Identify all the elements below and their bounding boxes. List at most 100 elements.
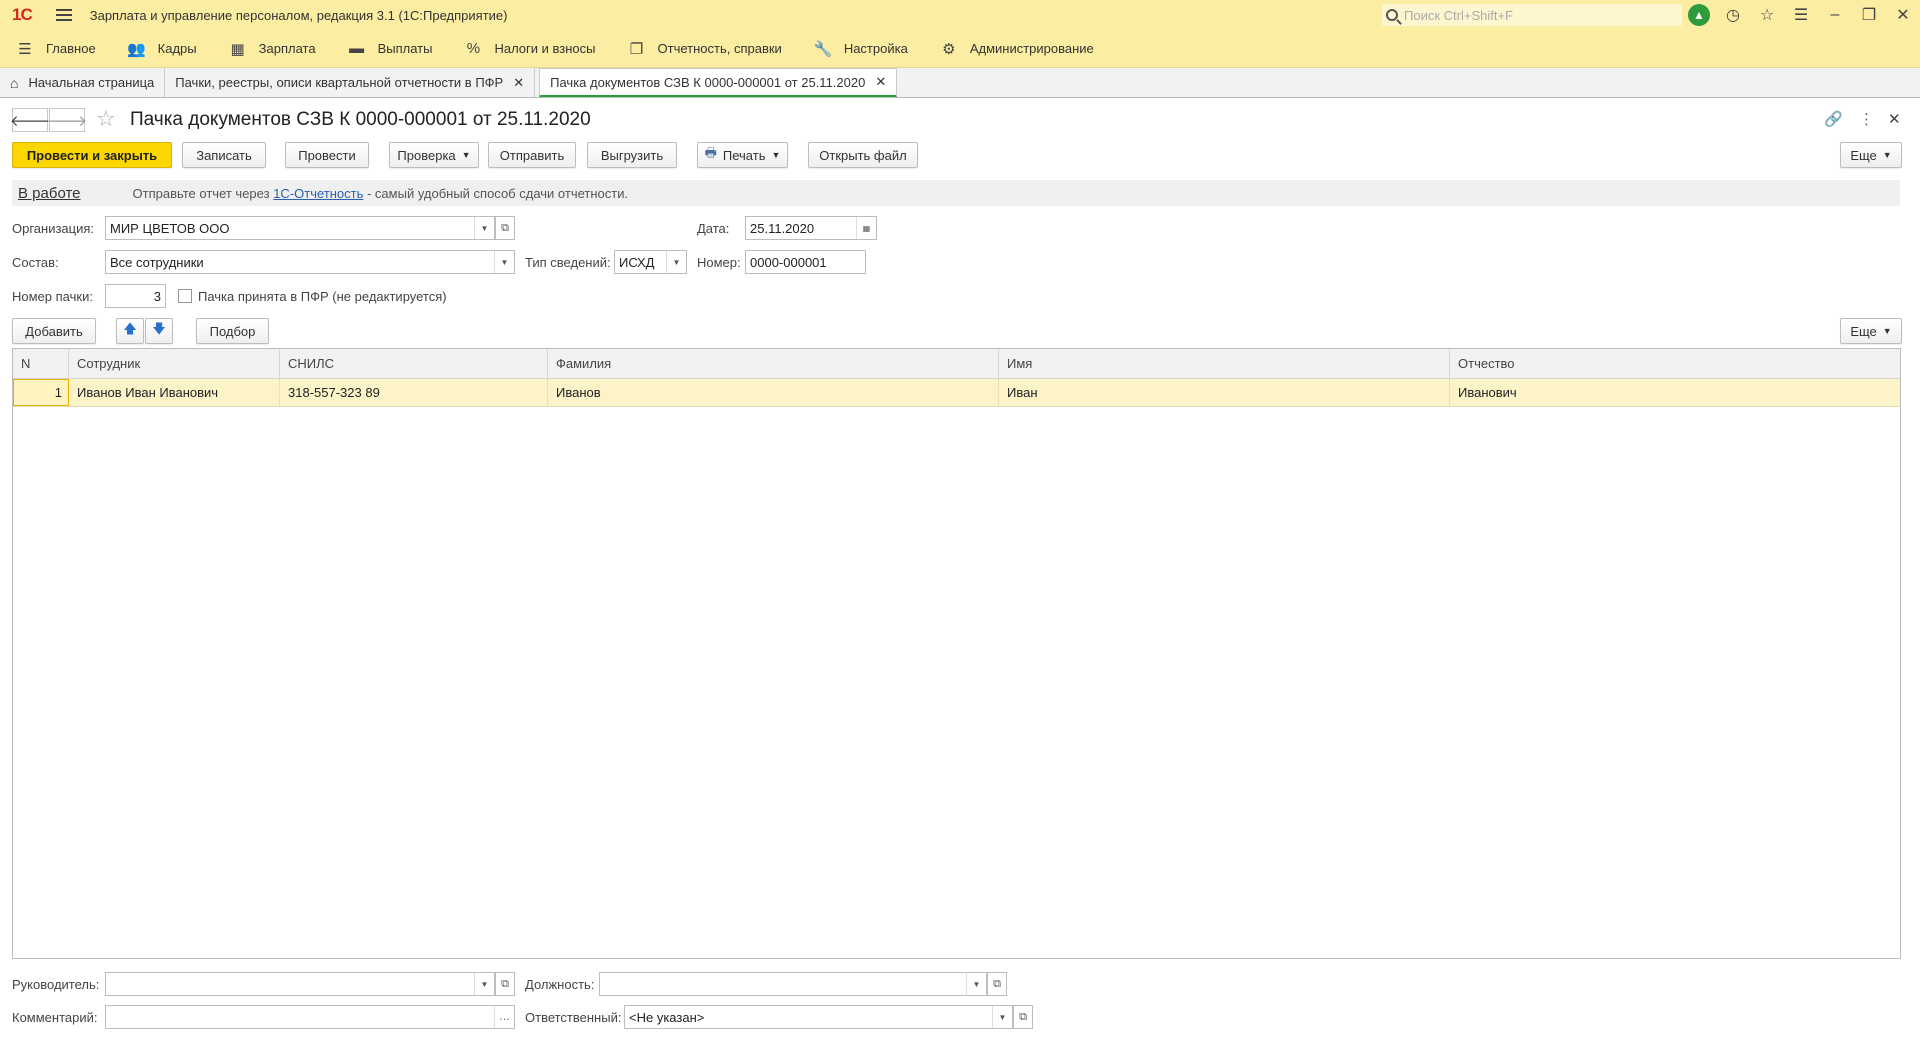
close-icon[interactable]: ✕: [513, 75, 524, 91]
dropdown-icon[interactable]: ▼: [666, 251, 686, 273]
cell-first-name[interactable]: Иван: [999, 379, 1450, 406]
open-file-button[interactable]: Открыть файл: [808, 142, 918, 168]
menu-admin[interactable]: ⚙ Администрирование: [924, 30, 1110, 68]
move-down-button[interactable]: 🡇: [145, 318, 173, 344]
open-icon: ⧉: [501, 977, 509, 990]
dropdown-icon[interactable]: ▼: [474, 217, 494, 239]
comment-field[interactable]: …: [105, 1005, 515, 1029]
pack-number-field[interactable]: 3: [105, 284, 166, 308]
forward-button[interactable]: 🡒: [46, 108, 88, 132]
menu-settings[interactable]: 🔧 Настройка: [798, 30, 924, 68]
menu-label: Кадры: [157, 41, 197, 56]
people-icon: 👥: [127, 40, 147, 58]
menu-personnel[interactable]: 👥 Кадры: [112, 30, 213, 68]
number-field[interactable]: 0000-000001: [745, 250, 866, 274]
arrow-right-icon: 🡒: [46, 112, 88, 130]
cell-snils[interactable]: 318-557-323 89: [280, 379, 548, 406]
info-type-field[interactable]: ИСХД ▼: [614, 250, 687, 274]
save-button[interactable]: Записать: [182, 142, 266, 168]
menu-main[interactable]: ☰ Главное: [0, 30, 112, 68]
minimize-icon[interactable]: –: [1818, 0, 1852, 30]
link-icon[interactable]: 🔗: [1824, 110, 1843, 128]
export-button[interactable]: Выгрузить: [587, 142, 677, 168]
info-type-value: ИСХД: [619, 254, 655, 270]
calendar-icon[interactable]: ▦: [856, 217, 876, 239]
menu-payments[interactable]: ▬ Выплаты: [332, 30, 449, 68]
tab-home[interactable]: ⌂ Начальная страница: [0, 68, 166, 97]
open-head-button[interactable]: ⧉: [495, 972, 515, 996]
button-label: Проверка: [397, 147, 456, 163]
notifications-button[interactable]: ▲: [1682, 0, 1716, 30]
close-window-icon[interactable]: ✕: [1886, 0, 1920, 30]
more-actions-icon[interactable]: ⋮: [1859, 110, 1874, 128]
organization-field[interactable]: МИР ЦВЕТОВ ООО ▼: [105, 216, 495, 240]
column-header-last-name[interactable]: Фамилия: [548, 349, 999, 378]
position-field[interactable]: ▼: [599, 972, 987, 996]
open-icon: ⧉: [993, 977, 1001, 990]
column-header-snils[interactable]: СНИЛС: [280, 349, 548, 378]
accepted-checkbox[interactable]: [178, 289, 192, 303]
dropdown-icon[interactable]: ▼: [966, 973, 986, 995]
head-field[interactable]: ▼: [105, 972, 495, 996]
menu-reports[interactable]: ❐ Отчетность, справки: [612, 30, 798, 68]
more-button[interactable]: Еще ▼: [1840, 142, 1902, 168]
open-responsible-button[interactable]: ⧉: [1013, 1005, 1033, 1029]
menu-label: Выплаты: [377, 41, 433, 56]
cell-n[interactable]: 1: [13, 379, 69, 406]
dropdown-icon[interactable]: ▼: [992, 1006, 1012, 1028]
send-button[interactable]: Отправить: [488, 142, 576, 168]
reporting-service-link[interactable]: 1С-Отчетность: [273, 186, 363, 201]
add-button[interactable]: Добавить: [12, 318, 96, 344]
menu-salary[interactable]: ▦ Зарплата: [213, 30, 332, 68]
form-title: Пачка документов СЗВ К 0000-000001 от 25…: [130, 109, 591, 130]
employees-table[interactable]: N Сотрудник СНИЛС Фамилия Имя Отчество 1…: [12, 348, 1901, 959]
ellipsis-icon[interactable]: …: [494, 1006, 514, 1028]
open-organization-button[interactable]: ⧉: [495, 216, 515, 240]
print-button[interactable]: 🖶 Печать ▼: [697, 142, 788, 168]
history-icon[interactable]: ◷: [1716, 0, 1750, 30]
restore-icon[interactable]: ❐: [1852, 0, 1886, 30]
check-button[interactable]: Проверка ▼: [389, 142, 479, 168]
table-row[interactable]: 1 Иванов Иван Иванович 318-557-323 89 Ив…: [13, 379, 1900, 407]
column-header-employee[interactable]: Сотрудник: [69, 349, 280, 378]
close-icon[interactable]: ✕: [875, 74, 886, 90]
move-up-button[interactable]: 🡅: [116, 318, 144, 344]
back-button[interactable]: 🡐: [10, 108, 50, 132]
cell-last-name[interactable]: Иванов: [548, 379, 999, 406]
menu-icon: ☰: [18, 40, 32, 58]
wrench-icon: 🔧: [813, 40, 833, 58]
date-field[interactable]: 25.11.2020 ▦: [745, 216, 877, 240]
button-label: Записать: [196, 147, 252, 163]
open-position-button[interactable]: ⧉: [987, 972, 1007, 996]
close-form-icon[interactable]: ✕: [1888, 110, 1901, 128]
menu-label: Налоги и взносы: [494, 41, 596, 56]
position-label: Должность:: [525, 977, 595, 992]
cell-middle-name[interactable]: Иванович: [1450, 379, 1900, 406]
column-header-n[interactable]: N: [13, 349, 69, 378]
favorites-icon[interactable]: ☆: [1750, 0, 1784, 30]
main-menu-icon[interactable]: [55, 9, 72, 21]
column-header-middle-name[interactable]: Отчество: [1450, 349, 1900, 378]
responsible-field[interactable]: <Не указан> ▼: [624, 1005, 1013, 1029]
menu-taxes[interactable]: % Налоги и взносы: [448, 30, 611, 68]
cell-employee[interactable]: Иванов Иван Иванович: [69, 379, 280, 406]
dropdown-icon[interactable]: ▼: [494, 251, 514, 273]
tab-pack-document[interactable]: Пачка документов СЗВ К 0000-000001 от 25…: [539, 68, 898, 97]
post-button[interactable]: Провести: [285, 142, 369, 168]
search-input[interactable]: Поиск Ctrl+Shift+F: [1382, 4, 1682, 26]
dropdown-icon[interactable]: ▼: [474, 973, 494, 995]
table-more-button[interactable]: Еще ▼: [1840, 318, 1902, 344]
composition-field[interactable]: Все сотрудники ▼: [105, 250, 515, 274]
caret-down-icon: ▼: [1882, 326, 1892, 336]
post-and-close-button[interactable]: Провести и закрыть: [12, 142, 172, 168]
comment-label: Комментарий:: [12, 1010, 98, 1025]
tab-packs-list[interactable]: Пачки, реестры, описи квартальной отчетн…: [165, 68, 536, 97]
pick-button[interactable]: Подбор: [196, 318, 269, 344]
tab-label: Начальная страница: [28, 75, 155, 90]
document-status-link[interactable]: В работе: [18, 185, 81, 202]
column-header-first-name[interactable]: Имя: [999, 349, 1450, 378]
responsible-value: <Не указан>: [629, 1009, 705, 1025]
star-icon[interactable]: ☆: [96, 106, 116, 132]
button-label: Провести и закрыть: [26, 147, 158, 163]
functions-menu-icon[interactable]: ☰: [1784, 0, 1818, 30]
